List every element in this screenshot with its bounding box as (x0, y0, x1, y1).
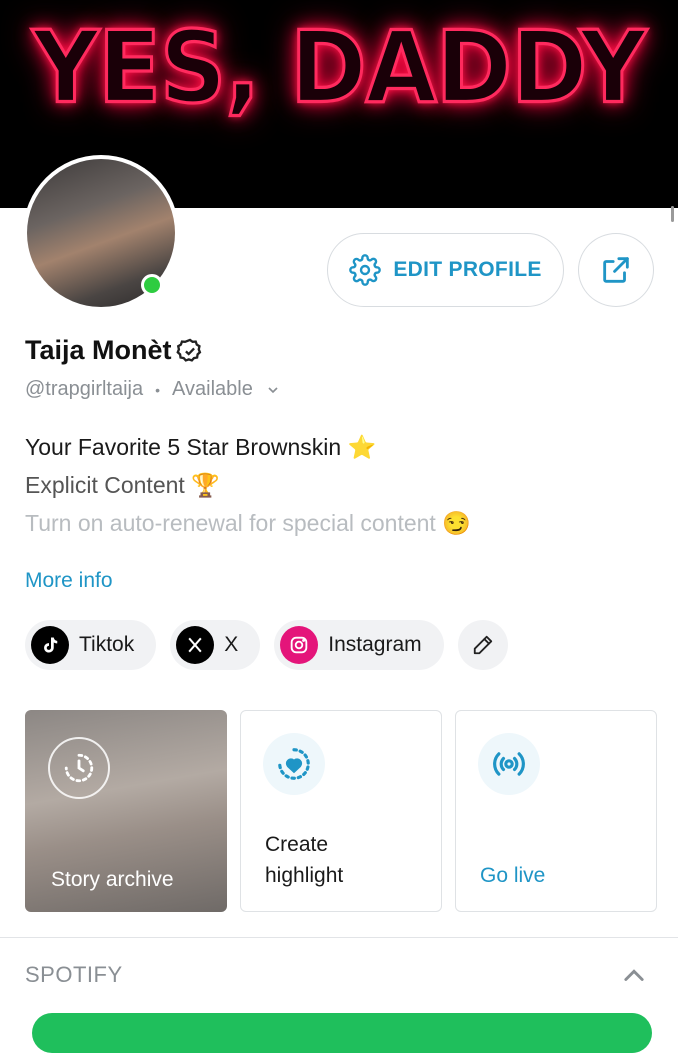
online-status-dot (141, 274, 163, 296)
bio-line: Your Favorite 5 Star Brownskin ⭐ (25, 434, 377, 460)
story-cards: Story archive Create highlight Go live (25, 710, 657, 912)
clock-history-icon (48, 737, 110, 799)
more-info-link[interactable]: More info (25, 569, 113, 593)
banner-text: YES, DADDY (31, 8, 648, 127)
social-label: Instagram (328, 633, 422, 656)
share-button[interactable] (578, 233, 654, 307)
chevron-down-icon[interactable] (265, 382, 281, 398)
edit-socials-button[interactable] (457, 620, 508, 670)
bio: Your Favorite 5 Star Brownskin ⭐ Explici… (25, 428, 471, 542)
bio-line: Explicit Content 🏆 (25, 472, 220, 498)
separator-dot: • (155, 381, 161, 398)
handle-row: @trapgirltaija • Available (25, 378, 281, 401)
create-highlight-line1: Create (265, 833, 329, 856)
profile-name: Taija Monèt (25, 335, 172, 365)
create-highlight-label: Create highlight (265, 829, 343, 891)
verified-badge-icon (175, 338, 201, 362)
heart-circle-icon (263, 733, 325, 795)
edit-profile-label: EDIT PROFILE (393, 258, 542, 281)
social-links: Tiktok X Instagram (25, 620, 508, 670)
profile-handle: @trapgirltaija (25, 378, 144, 400)
tiktok-icon (31, 626, 69, 664)
social-label: Tiktok (79, 633, 135, 656)
social-link-tiktok[interactable]: Tiktok (25, 620, 157, 670)
profile-name-row: Taija Monèt (25, 335, 204, 366)
social-link-x[interactable]: X (170, 620, 261, 670)
create-highlight-card[interactable]: Create highlight (240, 710, 442, 912)
scrollbar[interactable] (671, 206, 674, 222)
create-highlight-line2: highlight (265, 864, 344, 887)
social-label: X (224, 633, 239, 656)
share-icon (603, 257, 629, 283)
story-archive-label: Story archive (51, 868, 174, 891)
pencil-icon (473, 635, 492, 655)
go-live-label: Go live (480, 864, 546, 887)
x-icon (176, 626, 215, 664)
social-link-instagram[interactable]: Instagram (274, 620, 444, 670)
section-divider (0, 937, 678, 938)
instagram-icon (280, 626, 319, 664)
broadcast-icon (478, 733, 540, 795)
bio-line: Turn on auto-renewal for special content… (25, 510, 471, 536)
chevron-up-icon[interactable] (620, 962, 648, 990)
edit-profile-button[interactable]: EDIT PROFILE (327, 233, 564, 307)
spotify-section-title: SPOTIFY (25, 962, 123, 987)
gear-icon (349, 254, 382, 286)
spotify-button[interactable] (32, 1013, 652, 1053)
story-archive-card[interactable]: Story archive (25, 710, 227, 912)
availability-status[interactable]: Available (172, 378, 253, 401)
go-live-card[interactable]: Go live (455, 710, 657, 912)
